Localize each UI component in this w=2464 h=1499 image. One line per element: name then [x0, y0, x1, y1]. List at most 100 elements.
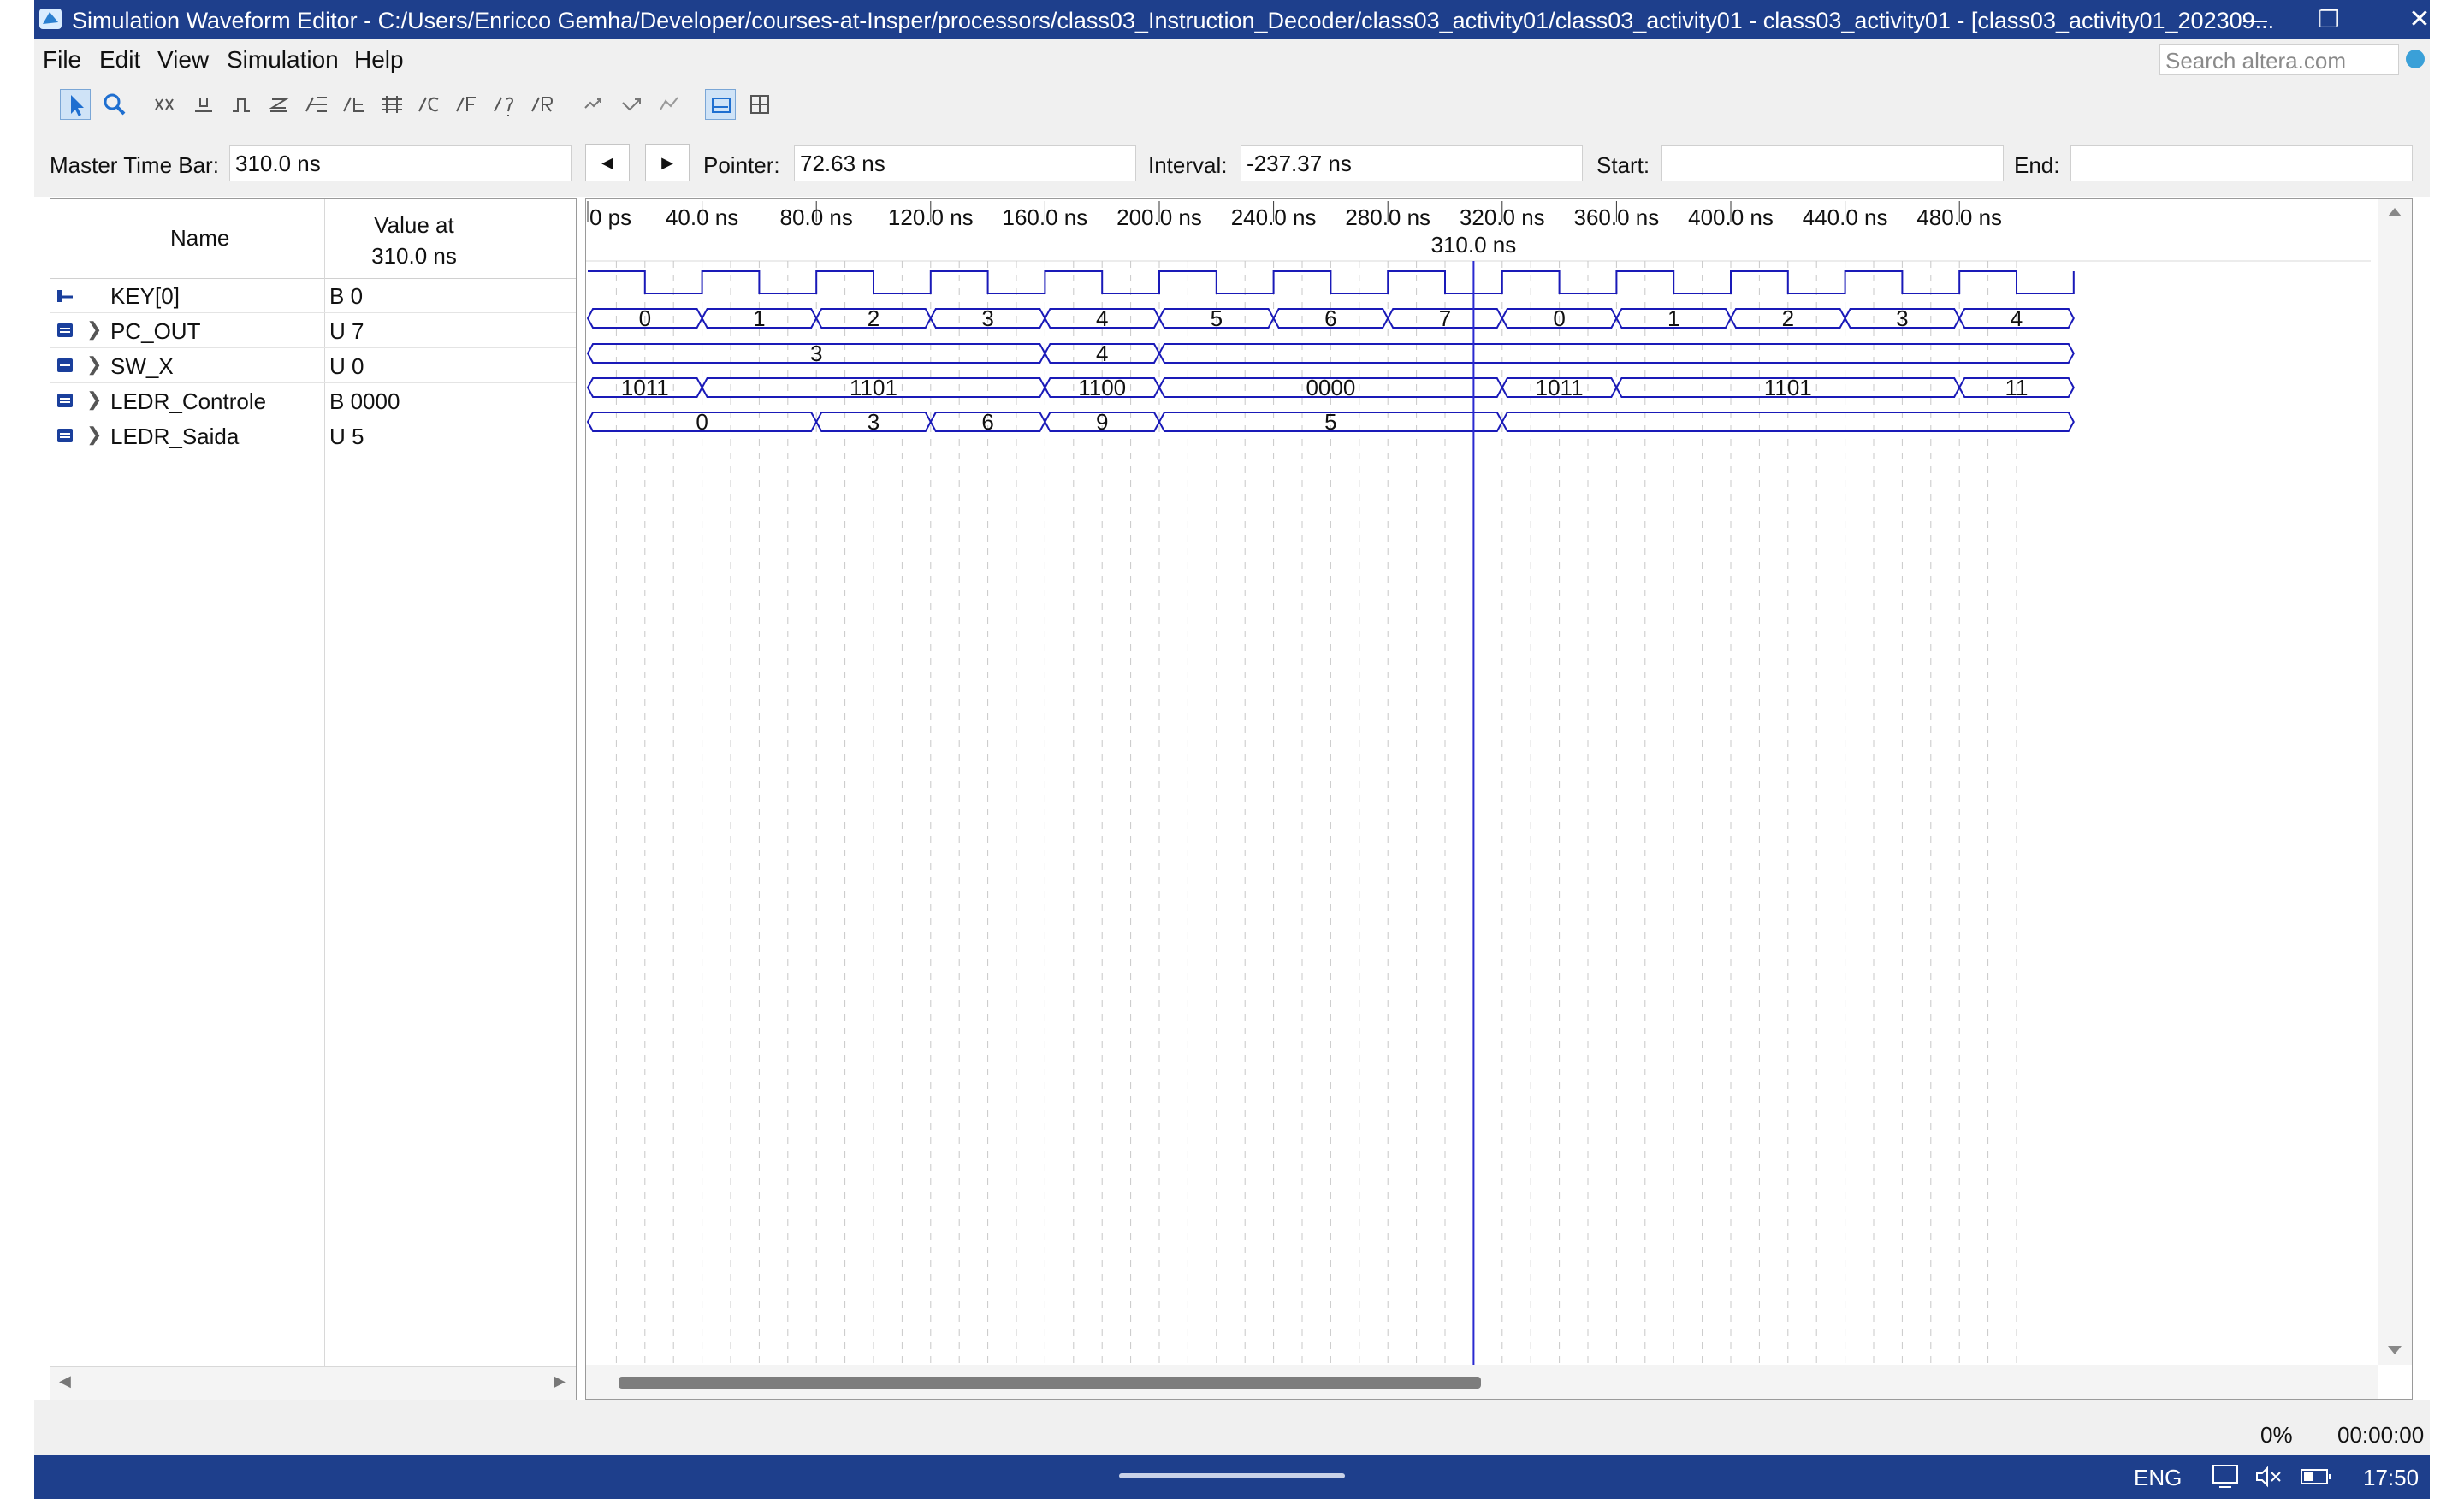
bus-value-label: 6 [1324, 305, 1336, 331]
random-values-icon[interactable] [527, 89, 558, 120]
signal-table-header: Name Value at 310.0 ns [50, 199, 576, 1368]
volume-muted-icon[interactable] [2254, 1463, 2284, 1490]
signal-row-key0[interactable]: KEY[0] B 0 [50, 278, 576, 313]
zoom-tool-icon[interactable] [99, 89, 130, 120]
bus-value-label: 4 [1096, 341, 1108, 366]
bus-value-label: 0 [1553, 305, 1565, 331]
cursor-time-label: 310.0 ns [1431, 232, 1517, 258]
value-header-line1: Value at [374, 212, 454, 238]
scroll-right-icon[interactable]: ▶ [554, 1372, 566, 1390]
high-impedance-icon[interactable] [264, 89, 294, 120]
bus-value-label: 3 [981, 305, 993, 331]
signal-value: B 0000 [329, 388, 400, 414]
clock-icon[interactable] [452, 89, 483, 120]
invert-selection-icon[interactable] [654, 89, 684, 120]
snap-to-grid-icon[interactable] [578, 89, 609, 120]
master-time-bar-field[interactable]: 310.0 ns [229, 145, 572, 181]
quartus-app-icon [39, 9, 62, 29]
restore-button[interactable]: ❐ [2288, 0, 2370, 39]
minimize-button[interactable]: — [2214, 0, 2296, 39]
bus-value-label: 11 [2005, 375, 2029, 400]
ruler-tick-label: 120.0 ns [888, 204, 974, 230]
ruler-tick-label: 240.0 ns [1231, 204, 1317, 230]
signal-row-ledr-saida[interactable]: ❯ LEDR_Saida U 5 [50, 418, 576, 453]
menu-file[interactable]: File [43, 46, 81, 74]
menu-help[interactable]: Help [354, 46, 404, 74]
name-column-header[interactable]: Name [170, 225, 229, 252]
waveform-canvas[interactable]: 0 ps 40.0 ns 80.0 ns 120.0 ns 160.0 ns 200.0 … [586, 199, 2412, 1399]
value-header-line2: 310.0 ns [371, 243, 457, 269]
weak-high-icon[interactable] [339, 89, 370, 120]
title-bar: Simulation Waveform Editor - C:/Users/En… [34, 0, 2431, 39]
bus-value-label: 3 [868, 409, 880, 435]
search-input[interactable]: Search altera.com [2159, 44, 2399, 75]
expand-chevron-icon[interactable]: ❯ [86, 353, 102, 376]
end-field[interactable] [2070, 145, 2413, 181]
bus-value-label: 1101 [1764, 375, 1812, 400]
menu-view[interactable]: View [157, 46, 209, 74]
bus-value-label: 6 [981, 409, 993, 435]
expand-chevron-icon[interactable]: ❯ [86, 318, 102, 341]
bus-pin-icon [57, 323, 73, 337]
signal-value: U 7 [329, 318, 364, 344]
signal-value: U 5 [329, 424, 364, 449]
scroll-left-icon[interactable]: ◀ [59, 1372, 71, 1390]
pointer-field[interactable]: 72.63 ns [794, 145, 1136, 181]
invert-icon[interactable] [376, 89, 407, 120]
language-indicator[interactable]: ENG [2134, 1465, 2182, 1491]
overwrite-icon[interactable] [705, 89, 736, 120]
bus-value-label: 2 [1782, 305, 1794, 331]
ruler-tick-label: 200.0 ns [1116, 204, 1202, 230]
signal-row-pc-out[interactable]: ❯ PC_OUT U 7 [50, 313, 576, 348]
ruler-tick-label: 40.0 ns [666, 204, 738, 230]
interval-field[interactable]: -237.37 ns [1241, 145, 1583, 181]
signal-value: U 0 [329, 353, 364, 379]
window-title: Simulation Waveform Editor - C:/Users/En… [72, 8, 2275, 33]
weak-low-icon[interactable] [301, 89, 332, 120]
menu-edit[interactable]: Edit [99, 46, 140, 74]
signal-row-ledr-controle[interactable]: ❯ LEDR_Controle B 0000 [50, 383, 576, 418]
ruler-tick-label: 440.0 ns [1803, 204, 1888, 230]
system-clock[interactable]: 17:50 [2363, 1465, 2419, 1491]
count-icon[interactable] [616, 89, 647, 120]
network-icon[interactable] [2211, 1463, 2242, 1490]
waveform-panel: 0 ps 40.0 ns 80.0 ns 120.0 ns 160.0 ns 200.0 … [585, 198, 2413, 1400]
globe-icon[interactable] [2406, 50, 2425, 68]
left-screen-margin [0, 0, 34, 1499]
signal-list-panel: Name Value at 310.0 ns KEY[0] B 0 ❯ PC_O… [50, 198, 577, 1400]
expand-chevron-icon[interactable]: ❯ [86, 424, 102, 446]
expand-chevron-icon[interactable]: ❯ [86, 388, 102, 411]
pointer-label: Pointer: [703, 152, 780, 178]
end-label: End: [2014, 152, 2060, 178]
bus-value-label: 1101 [850, 375, 897, 400]
bus-value-label: 1 [753, 305, 765, 331]
taskbar: ENG 17:50 [34, 1455, 2430, 1499]
bus-value-label: 1100 [1078, 375, 1126, 400]
pointer-tool-icon[interactable] [60, 89, 91, 120]
force-high-icon[interactable] [226, 89, 257, 120]
previous-transition-button[interactable]: ◀ [585, 144, 630, 181]
count-value-icon[interactable] [414, 89, 445, 120]
close-button[interactable]: ✕ [2378, 0, 2461, 39]
bus-value-label: 1011 [1536, 375, 1584, 400]
ruler-tick-label: 160.0 ns [1003, 204, 1088, 230]
start-field[interactable] [1661, 145, 2004, 181]
bus-value-label: 3 [810, 341, 822, 366]
next-transition-button[interactable]: ▶ [645, 144, 690, 181]
arbitrary-value-icon[interactable] [489, 89, 520, 120]
elapsed-time: 00:00:00 [2337, 1422, 2425, 1448]
grid-icon[interactable] [744, 89, 775, 120]
menu-simulation[interactable]: Simulation [227, 46, 339, 74]
battery-icon[interactable] [2300, 1465, 2334, 1489]
value-column-header[interactable]: Value at 310.0 ns [324, 210, 504, 271]
uninitialized-icon[interactable] [151, 89, 181, 120]
bus-value-label: 5 [1324, 409, 1336, 435]
bus-value-label: 4 [2011, 305, 2023, 331]
signal-row-sw-x[interactable]: ❯ SW_X U 0 [50, 348, 576, 383]
bus-value-label: 0000 [1306, 375, 1355, 400]
force-low-icon[interactable] [188, 89, 219, 120]
left-horizontal-scrollbar[interactable]: ◀ ▶ [50, 1366, 576, 1400]
gesture-handle[interactable] [1119, 1473, 1345, 1478]
progress-percent: 0% [2260, 1422, 2293, 1448]
bus-value-label: 9 [1096, 409, 1108, 435]
